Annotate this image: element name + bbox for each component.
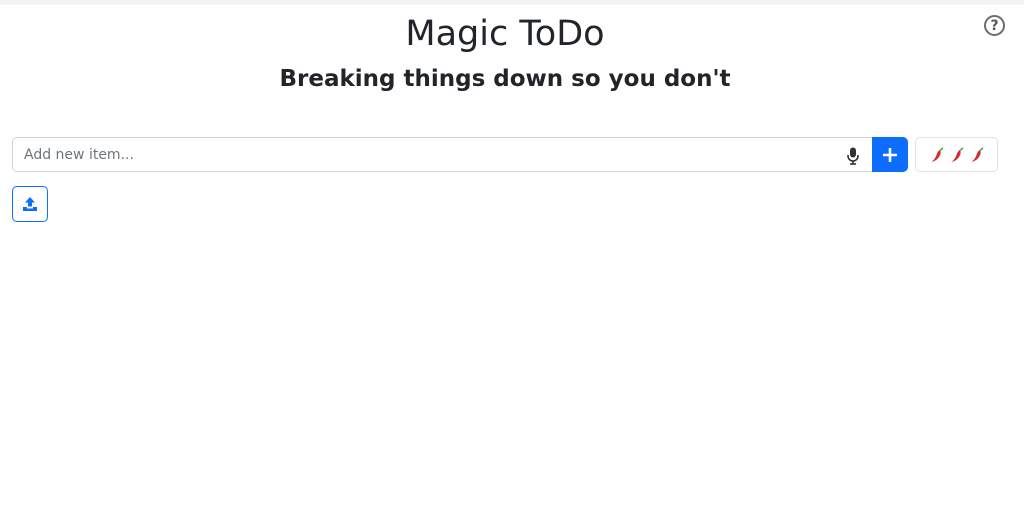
page-title: Magic ToDo	[405, 14, 605, 54]
microphone-icon[interactable]	[846, 147, 860, 165]
chili-pepper-icon	[971, 146, 983, 162]
chili-pepper-icon	[951, 146, 963, 162]
new-item-group	[12, 137, 908, 172]
new-item-input[interactable]	[13, 138, 872, 171]
upload-icon	[23, 197, 37, 211]
new-item-field-wrapper	[12, 137, 872, 172]
top-bar	[0, 0, 1024, 5]
chili-pepper-icon	[931, 146, 943, 162]
plus-icon	[883, 147, 897, 162]
upload-button[interactable]	[12, 186, 48, 222]
page-subtitle: Breaking things down so you don't	[279, 66, 731, 92]
add-item-button[interactable]	[872, 137, 908, 172]
spiciness-button[interactable]	[915, 137, 998, 172]
